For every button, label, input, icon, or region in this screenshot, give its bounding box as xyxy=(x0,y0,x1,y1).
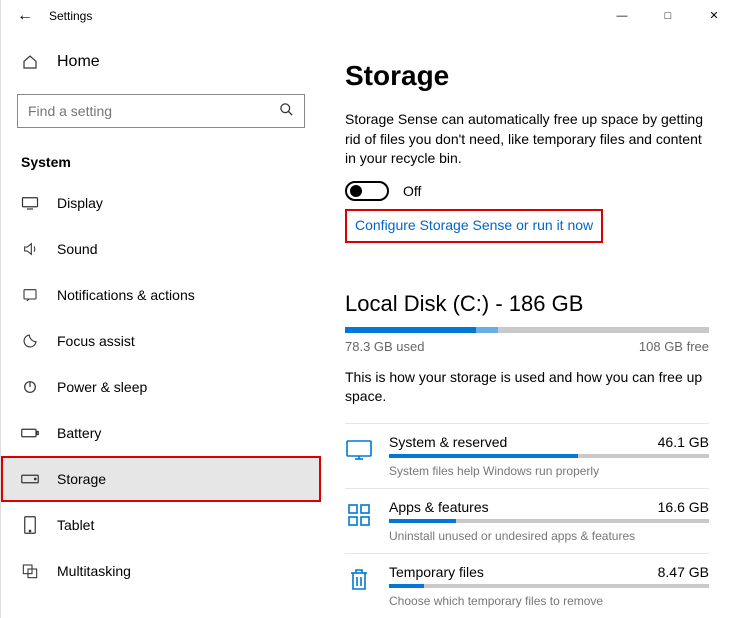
storage-icon xyxy=(21,474,39,484)
configure-link-highlight: Configure Storage Sense or run it now xyxy=(345,209,603,243)
category-name: Apps & features xyxy=(389,499,489,515)
category-subtitle: Choose which temporary files to remove xyxy=(389,594,709,608)
page-title: Storage xyxy=(345,60,709,92)
category-size: 8.47 GB xyxy=(658,564,709,580)
category-system-reserved[interactable]: System & reserved 46.1 GB System files h… xyxy=(345,423,709,488)
category-bar xyxy=(389,584,709,588)
section-header: System xyxy=(1,140,321,180)
disk-used-label: 78.3 GB used xyxy=(345,339,425,354)
toggle-state-label: Off xyxy=(403,183,421,199)
search-box[interactable] xyxy=(17,94,305,128)
disk-free-label: 108 GB free xyxy=(639,339,709,354)
search-icon xyxy=(279,102,294,120)
storage-sense-toggle[interactable] xyxy=(345,181,389,201)
category-size: 16.6 GB xyxy=(658,499,709,515)
nav-multitasking[interactable]: Multitasking xyxy=(1,548,321,594)
notifications-icon xyxy=(21,287,39,303)
power-icon xyxy=(21,379,39,395)
disk-title: Local Disk (C:) - 186 GB xyxy=(345,291,709,317)
configure-storage-sense-link[interactable]: Configure Storage Sense or run it now xyxy=(355,217,593,233)
disk-breakdown-description: This is how your storage is used and how… xyxy=(345,368,709,407)
content-pane: Storage Storage Sense can automatically … xyxy=(321,32,737,618)
nav-label: Tablet xyxy=(57,517,94,533)
multitasking-icon xyxy=(21,563,39,579)
apps-icon xyxy=(345,501,373,529)
sidebar: Home System Display Sound xyxy=(1,32,321,618)
titlebar: ← Settings ― □ ✕ xyxy=(1,0,737,32)
close-button[interactable]: ✕ xyxy=(691,0,737,32)
nav-label: Sound xyxy=(57,241,97,257)
nav-label: Display xyxy=(57,195,103,211)
home-icon xyxy=(21,54,39,70)
home-label: Home xyxy=(57,53,100,71)
trash-icon xyxy=(345,566,373,594)
nav-display[interactable]: Display xyxy=(1,180,321,226)
category-name: System & reserved xyxy=(389,434,507,450)
category-apps-features[interactable]: Apps & features 16.6 GB Uninstall unused… xyxy=(345,488,709,553)
search-input[interactable] xyxy=(28,103,279,119)
maximize-button[interactable]: □ xyxy=(645,0,691,32)
back-button[interactable]: ← xyxy=(1,7,49,25)
nav-label: Battery xyxy=(57,425,101,441)
minimize-button[interactable]: ― xyxy=(599,0,645,32)
nav-label: Power & sleep xyxy=(57,379,147,395)
category-size: 46.1 GB xyxy=(658,434,709,450)
category-temporary-files[interactable]: Temporary files 8.47 GB Choose which tem… xyxy=(345,553,709,618)
home-nav[interactable]: Home xyxy=(1,42,321,82)
tablet-icon xyxy=(21,516,39,534)
focus-icon xyxy=(21,333,39,349)
nav-tablet[interactable]: Tablet xyxy=(1,502,321,548)
nav-focus-assist[interactable]: Focus assist xyxy=(1,318,321,364)
battery-icon xyxy=(21,427,39,439)
storage-sense-description: Storage Sense can automatically free up … xyxy=(345,110,709,169)
nav-label: Storage xyxy=(57,471,106,487)
nav-label: Focus assist xyxy=(57,333,135,349)
nav-battery[interactable]: Battery xyxy=(1,410,321,456)
category-subtitle: Uninstall unused or undesired apps & fea… xyxy=(389,529,709,543)
sound-icon xyxy=(21,241,39,257)
window-title: Settings xyxy=(49,9,92,23)
category-name: Temporary files xyxy=(389,564,484,580)
nav-label: Notifications & actions xyxy=(57,287,195,303)
category-bar xyxy=(389,454,709,458)
system-icon xyxy=(345,436,373,464)
nav-notifications[interactable]: Notifications & actions xyxy=(1,272,321,318)
nav-sound[interactable]: Sound xyxy=(1,226,321,272)
disk-usage-bar xyxy=(345,327,709,333)
category-bar xyxy=(389,519,709,523)
nav-power-sleep[interactable]: Power & sleep xyxy=(1,364,321,410)
display-icon xyxy=(21,196,39,210)
nav-storage[interactable]: Storage xyxy=(1,456,321,502)
category-subtitle: System files help Windows run properly xyxy=(389,464,709,478)
nav-label: Multitasking xyxy=(57,563,131,579)
